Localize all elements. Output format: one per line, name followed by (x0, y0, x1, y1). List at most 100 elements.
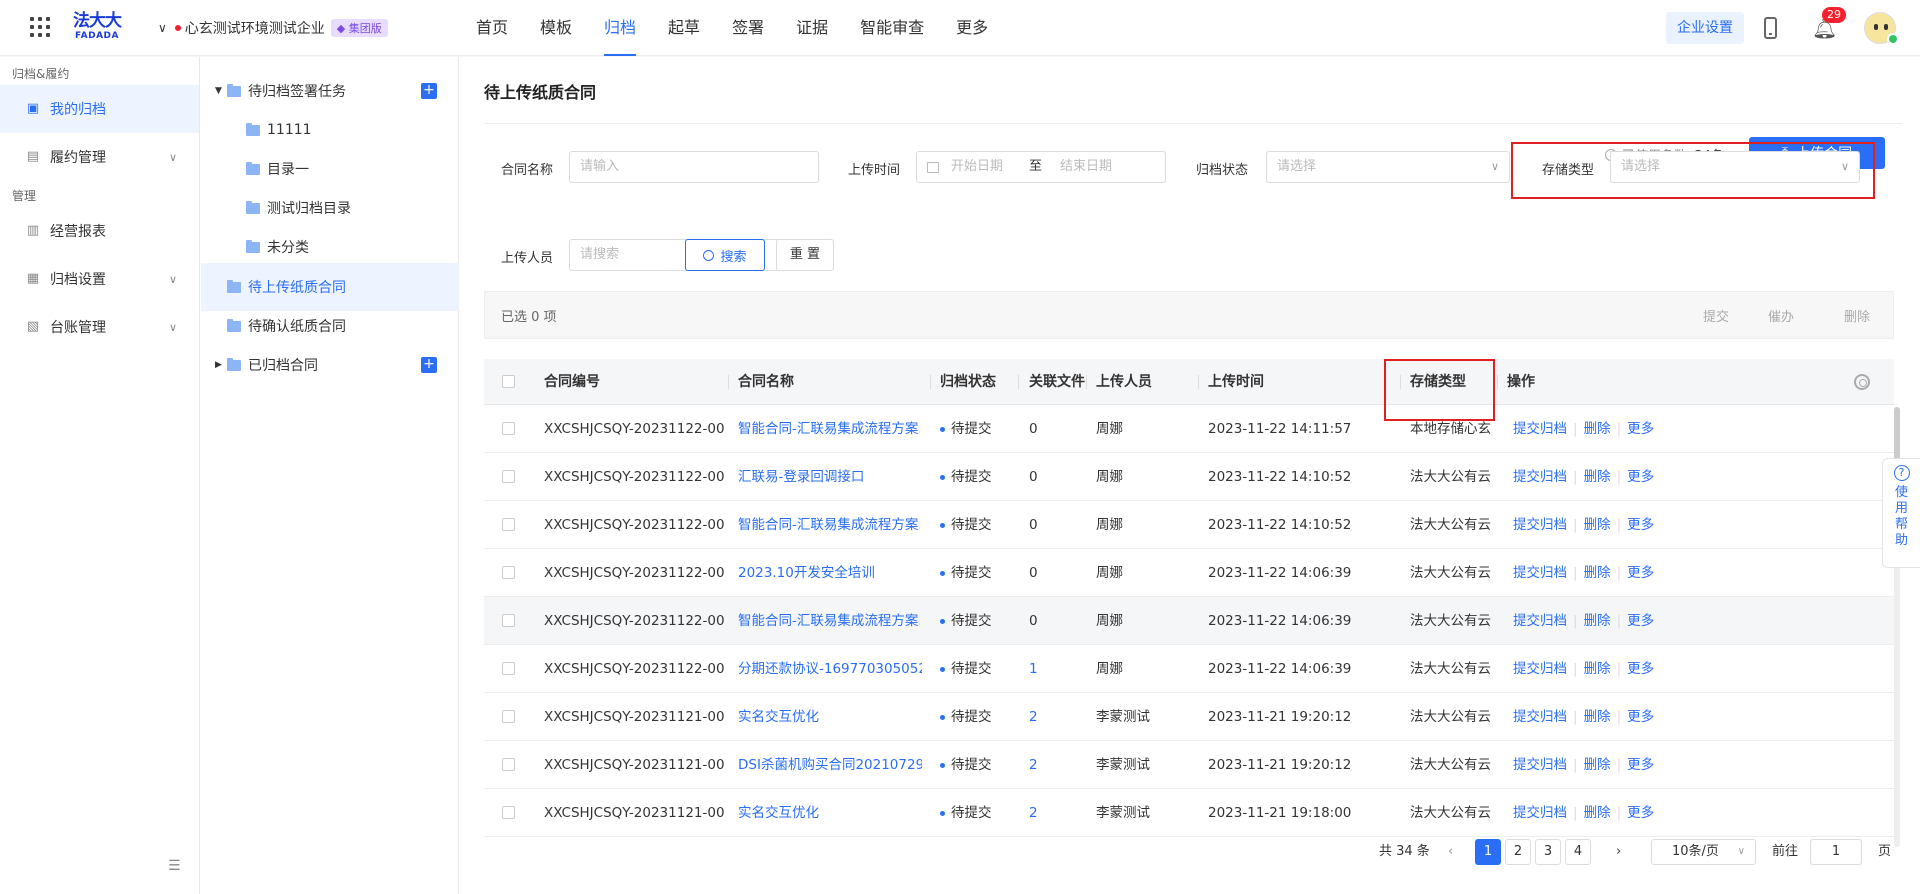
cell-contract-name[interactable]: 智能合同-汇联易集成流程方案 (738, 597, 922, 645)
brand-logo[interactable]: 法大大 FADADA (72, 12, 122, 44)
cell-contract-name[interactable]: 分期还款协议-1697703050525128... (738, 645, 922, 693)
nav-item-2[interactable]: 归档 (604, 0, 637, 56)
submit-archive-link[interactable]: 提交归档 (1513, 709, 1567, 725)
sidebar-item-my-archive[interactable]: ▣ 我的归档 (0, 85, 199, 133)
table-row[interactable]: XXCSHJCSQY-20231122-000027 智能合同-汇联易集成流程方案… (484, 597, 1894, 645)
delete-action[interactable]: 删除 (1844, 306, 1870, 325)
reset-button[interactable]: 重 置 (776, 239, 834, 271)
nav-item-3[interactable]: 起草 (668, 0, 700, 56)
search-button[interactable]: 搜索 (685, 239, 765, 271)
more-link[interactable]: 更多 (1627, 757, 1654, 773)
delete-link[interactable]: 删除 (1584, 469, 1611, 485)
more-link[interactable]: 更多 (1627, 661, 1654, 677)
next-page-icon[interactable]: › (1616, 839, 1621, 865)
page-4-button[interactable]: 4 (1565, 839, 1591, 865)
row-checkbox[interactable] (502, 806, 515, 819)
nav-item-5[interactable]: 证据 (796, 0, 828, 56)
cell-related-files[interactable]: 2 (1029, 741, 1079, 789)
gear-icon[interactable] (1854, 374, 1870, 390)
nav-item-1[interactable]: 模板 (540, 0, 572, 56)
table-row[interactable]: XXCSHJCSQY-20231122-000030 汇联易-登录回调接口 待提交 0… (484, 453, 1894, 501)
delete-link[interactable]: 删除 (1584, 517, 1611, 533)
table-row[interactable]: XXCSHJCSQY-20231122-000029 智能合同-汇联易集成流程方案… (484, 501, 1894, 549)
nav-item-0[interactable]: 首页 (476, 0, 508, 56)
page-2-button[interactable]: 2 (1505, 839, 1531, 865)
cell-related-files[interactable]: 2 (1029, 789, 1079, 837)
delete-link[interactable]: 删除 (1584, 613, 1611, 629)
goto-page-input[interactable]: 1 (1810, 839, 1862, 865)
sidebar-item-reports[interactable]: ▥ 经营报表 (0, 207, 199, 255)
more-link[interactable]: 更多 (1627, 805, 1654, 821)
more-link[interactable]: 更多 (1627, 709, 1654, 725)
row-checkbox[interactable] (502, 422, 515, 435)
cell-contract-name[interactable]: 汇联易-登录回调接口 (738, 453, 922, 501)
page-1-button[interactable]: 1 (1475, 839, 1501, 865)
sidebar-item-ledger[interactable]: ▧ 台账管理 ∨ (0, 303, 199, 351)
submit-action[interactable]: 提交 (1703, 306, 1729, 325)
contract-name-input[interactable]: 请输入 (569, 151, 819, 183)
more-link[interactable]: 更多 (1627, 421, 1654, 437)
cell-contract-name[interactable]: 2023.10开发安全培训 (738, 549, 922, 597)
row-checkbox[interactable] (502, 710, 515, 723)
caret-down-icon[interactable]: ▼ (215, 86, 227, 96)
more-link[interactable]: 更多 (1627, 517, 1654, 533)
add-folder-button[interactable]: + (421, 83, 437, 99)
cell-contract-name[interactable]: DSI杀菌机购买合同20210729_CH ... (738, 741, 922, 789)
remind-action[interactable]: 催办 (1768, 306, 1794, 325)
sidebar-item-archive-settings[interactable]: ▦ 归档设置 ∨ (0, 255, 199, 303)
tree-item[interactable]: ▶ 已归档合同 + (201, 341, 459, 389)
row-checkbox[interactable] (502, 662, 515, 675)
row-checkbox[interactable] (502, 470, 515, 483)
row-checkbox[interactable] (502, 518, 515, 531)
table-row[interactable]: XXCSHJCSQY-20231122-000028 2023.10开发安全培训 待… (484, 549, 1894, 597)
cell-related-files[interactable]: 1 (1029, 645, 1079, 693)
select-all-checkbox[interactable] (502, 375, 515, 388)
cell-contract-name[interactable]: 智能合同-汇联易集成流程方案 (738, 405, 922, 453)
table-row[interactable]: XXCSHJCSQY-20231122-000031 智能合同-汇联易集成流程方案… (484, 405, 1894, 453)
cell-contract-name[interactable]: 智能合同-汇联易集成流程方案 (738, 501, 922, 549)
collapse-sidebar-icon[interactable]: ☰ (168, 858, 181, 874)
apps-grid-icon[interactable] (30, 17, 50, 37)
add-folder-button[interactable]: + (421, 357, 437, 373)
more-link[interactable]: 更多 (1627, 565, 1654, 581)
caret-right-icon[interactable]: ▶ (215, 360, 227, 370)
row-checkbox[interactable] (502, 614, 515, 627)
submit-archive-link[interactable]: 提交归档 (1513, 757, 1567, 773)
submit-archive-link[interactable]: 提交归档 (1513, 661, 1567, 677)
page-size-select[interactable]: 10条/页 ∨ (1651, 839, 1756, 865)
more-link[interactable]: 更多 (1627, 613, 1654, 629)
delete-link[interactable]: 删除 (1584, 565, 1611, 581)
nav-item-4[interactable]: 签署 (732, 0, 764, 56)
cell-contract-name[interactable]: 实名交互优化 (738, 693, 922, 741)
org-switcher[interactable]: ∨ 心玄测试环境测试企业 ◆ 集团版 (158, 18, 388, 38)
delete-link[interactable]: 删除 (1584, 805, 1611, 821)
cell-contract-name[interactable]: 实名交互优化 (738, 789, 922, 837)
cell-related-files[interactable]: 2 (1029, 693, 1079, 741)
more-link[interactable]: 更多 (1627, 469, 1654, 485)
submit-archive-link[interactable]: 提交归档 (1513, 421, 1567, 437)
nav-item-7[interactable]: 更多 (956, 0, 988, 56)
enterprise-settings-button[interactable]: 企业设置 (1666, 12, 1744, 44)
table-row[interactable]: XXCSHJCSQY-20231121-000022 实名交互优化 待提交 2 李蒙测试… (484, 789, 1894, 837)
delete-link[interactable]: 删除 (1584, 709, 1611, 725)
row-checkbox[interactable] (502, 566, 515, 579)
help-float-button[interactable]: ? 使用帮助 (1882, 458, 1920, 568)
submit-archive-link[interactable]: 提交归档 (1513, 517, 1567, 533)
delete-link[interactable]: 删除 (1584, 757, 1611, 773)
submit-archive-link[interactable]: 提交归档 (1513, 805, 1567, 821)
delete-link[interactable]: 删除 (1584, 421, 1611, 437)
submit-archive-link[interactable]: 提交归档 (1513, 469, 1567, 485)
page-3-button[interactable]: 3 (1535, 839, 1561, 865)
submit-archive-link[interactable]: 提交归档 (1513, 565, 1567, 581)
prev-page-icon[interactable]: ‹ (1448, 839, 1453, 865)
sidebar-item-performance[interactable]: ▤ 履约管理 ∨ (0, 133, 199, 181)
submit-archive-link[interactable]: 提交归档 (1513, 613, 1567, 629)
nav-item-6[interactable]: 智能审查 (860, 0, 924, 56)
row-checkbox[interactable] (502, 758, 515, 771)
delete-link[interactable]: 删除 (1584, 661, 1611, 677)
mobile-icon[interactable] (1764, 17, 1777, 39)
table-row[interactable]: XXCSHJCSQY-20231121-000024 实名交互优化 待提交 2 李蒙测试… (484, 693, 1894, 741)
table-row[interactable]: XXCSHJCSQY-20231122-000026 分期还款协议-1697703… (484, 645, 1894, 693)
archive-status-select[interactable]: 请选择 ∨ (1266, 151, 1510, 183)
upload-date-range[interactable]: 开始日期 至 结束日期 (916, 151, 1166, 183)
